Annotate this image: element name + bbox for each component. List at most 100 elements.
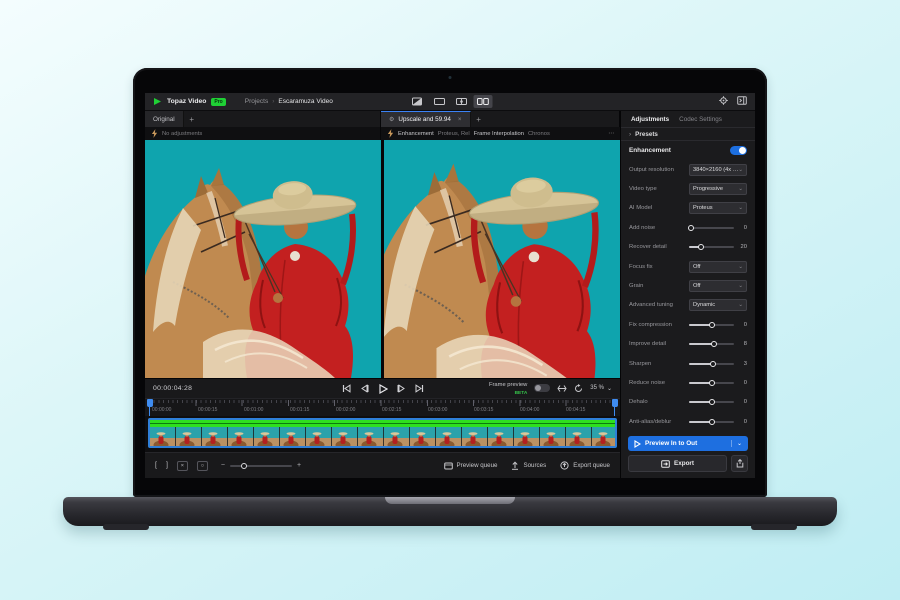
slider-value: 0 [743,379,747,386]
settings-button[interactable] [719,96,728,107]
breadcrumb-projects[interactable]: Projects [245,98,268,105]
tab-close-icon[interactable]: × [458,116,462,123]
chevron-down-icon: ⌄ [738,302,743,309]
playhead-marker[interactable] [612,399,618,417]
preview-zoom-select[interactable]: 35 % ⌄ [590,385,612,392]
improve-detail-slider[interactable]: 8 [689,341,747,348]
breadcrumb-separator: › [272,98,275,105]
view-mode-split-button[interactable] [452,95,471,108]
chevron-right-icon: › [629,130,632,138]
export-queue-button[interactable]: Export queue [560,461,610,470]
view-mode-side-by-side-button[interactable] [473,95,493,108]
add-view-button-left[interactable]: + [184,111,200,127]
no-adjustments-label: No adjustments [162,130,203,137]
timeline-zoom-out-button[interactable]: − [221,462,225,469]
output-resolution-dropdown[interactable]: 3840×2160 (4x … ⌄ [689,163,747,176]
preview-queue-button[interactable]: Preview queue [443,462,497,470]
recover-detail-slider[interactable]: 20 [689,244,747,251]
presets-label: Presets [635,130,658,138]
tab-upscale-label: Upscale and 59.94 [398,116,451,123]
set-out-point-button[interactable]: ] [166,462,168,469]
add-noise-slider[interactable]: 0 [687,224,747,231]
upscaled-video-preview[interactable] [384,140,620,378]
interpolation-filter-label[interactable]: Frame Interpolation [474,131,524,137]
advanced-tuning-dropdown[interactable]: Dynamic ⌄ [689,299,747,312]
grain-dropdown[interactable]: Off ⌄ [689,280,747,293]
bolt-icon [387,129,394,138]
frame-preview-toggle[interactable] [534,384,551,393]
timeline-zoom-in-button[interactable]: + [297,462,301,469]
original-video-preview[interactable] [145,140,381,378]
row-label: Output resolution [629,166,674,173]
sources-label: Sources [523,462,547,469]
skip-to-start-button[interactable] [342,384,351,393]
sharpen-slider[interactable]: 3 [689,360,747,367]
preview-options-chevron[interactable]: ⌄ [730,440,742,447]
enhancement-toggle[interactable] [730,145,747,155]
step-forward-button[interactable] [397,384,406,393]
fit-to-screen-icon[interactable] [557,384,567,393]
dropdown-value: Proteus [693,205,713,212]
left-pane-info: No adjustments [145,127,381,140]
skip-to-end-button[interactable] [415,384,424,393]
enhancement-filter-value: Proteus, Rel [437,130,470,137]
ruler-label: 00:00:15 [198,407,218,413]
refresh-preview-icon[interactable] [574,383,583,393]
editor-column: Original + ⚙ Upscale and 59.94 × + No ad… [145,111,620,478]
row-label: Anti-alias/deblur [629,418,672,425]
anti-alias-deblur-slider[interactable]: 0 [689,418,747,425]
breadcrumb: Projects › Escaramuza Video [245,98,333,105]
slider-value: 0 [743,321,747,328]
timeline-zoom-control: − + [221,462,301,469]
chevron-down-icon: ⌄ [738,186,743,193]
open-export-panel-button[interactable] [737,96,747,107]
reduce-noise-slider[interactable]: 0 [689,379,747,386]
tab-original-label: Original [153,115,175,123]
split-view-icon [455,98,467,105]
video-type-dropdown[interactable]: Progressive ⌄ [689,183,747,196]
play-button[interactable] [378,383,388,394]
slider-value: 8 [743,341,747,348]
ruler-label: 00:04:15 [566,407,586,413]
timeline-zoom-slider[interactable] [230,462,292,469]
export-button[interactable]: Export [628,455,727,472]
adjustments-sidebar: Adjustments Codec Settings › Presets Enh… [620,111,755,478]
sources-button[interactable]: Sources [511,461,546,470]
tab-upscale[interactable]: ⚙ Upscale and 59.94 × [381,111,471,127]
share-icon [736,459,743,468]
filter-overflow-button[interactable]: ⋯ [608,131,614,137]
clip-filmstrip-thumbnails [150,427,615,446]
laptop-foot [751,524,797,530]
row-label: Recover detail [629,244,667,251]
in-point-marker[interactable] [147,399,153,417]
view-mode-single-button[interactable] [430,95,449,108]
view-mode-original-toggle-button[interactable] [408,95,427,108]
share-button[interactable] [731,455,748,472]
tab-original[interactable]: Original [145,111,184,127]
preview-button-label: Preview In to Out [645,440,698,447]
upload-arrow-icon [512,461,519,470]
preview-in-to-out-button[interactable]: Preview In to Out ⌄ [628,436,748,451]
slider-value: 0 [743,418,747,425]
add-view-button-right[interactable]: + [471,111,487,127]
clear-in-out-button[interactable]: × [176,460,188,471]
loop-selection-button[interactable]: ○ [196,460,208,471]
enhancement-filter-label[interactable]: Enhancement [398,131,434,137]
dehalo-slider[interactable]: 0 [689,399,747,406]
breadcrumb-current-project: Escaramuza Video [278,98,333,105]
export-button-label: Export [674,460,694,467]
fix-compression-slider[interactable]: 0 [689,321,747,328]
step-back-button[interactable] [360,384,369,393]
presets-row[interactable]: › Presets [621,127,755,141]
dropdown-value: Off [693,283,701,290]
ai-model-dropdown[interactable]: Proteus ⌄ [689,202,747,215]
timeline-ruler[interactable]: 00:00:00 00:00:15 00:01:00 00:01:15 00:0… [145,398,620,417]
set-in-point-button[interactable]: [ [155,462,157,469]
laptop-screen: Topaz Video Pro Projects › Escaramuza Vi… [133,68,767,497]
row-add-noise: Add noise 0 [629,218,747,237]
tab-codec-settings[interactable]: Codec Settings [679,116,722,123]
tab-adjustments[interactable]: Adjustments [631,116,669,123]
focus-fix-dropdown[interactable]: Off ⌄ [689,260,747,273]
timeline-clip[interactable] [148,418,617,448]
pro-badge: Pro [211,97,226,106]
